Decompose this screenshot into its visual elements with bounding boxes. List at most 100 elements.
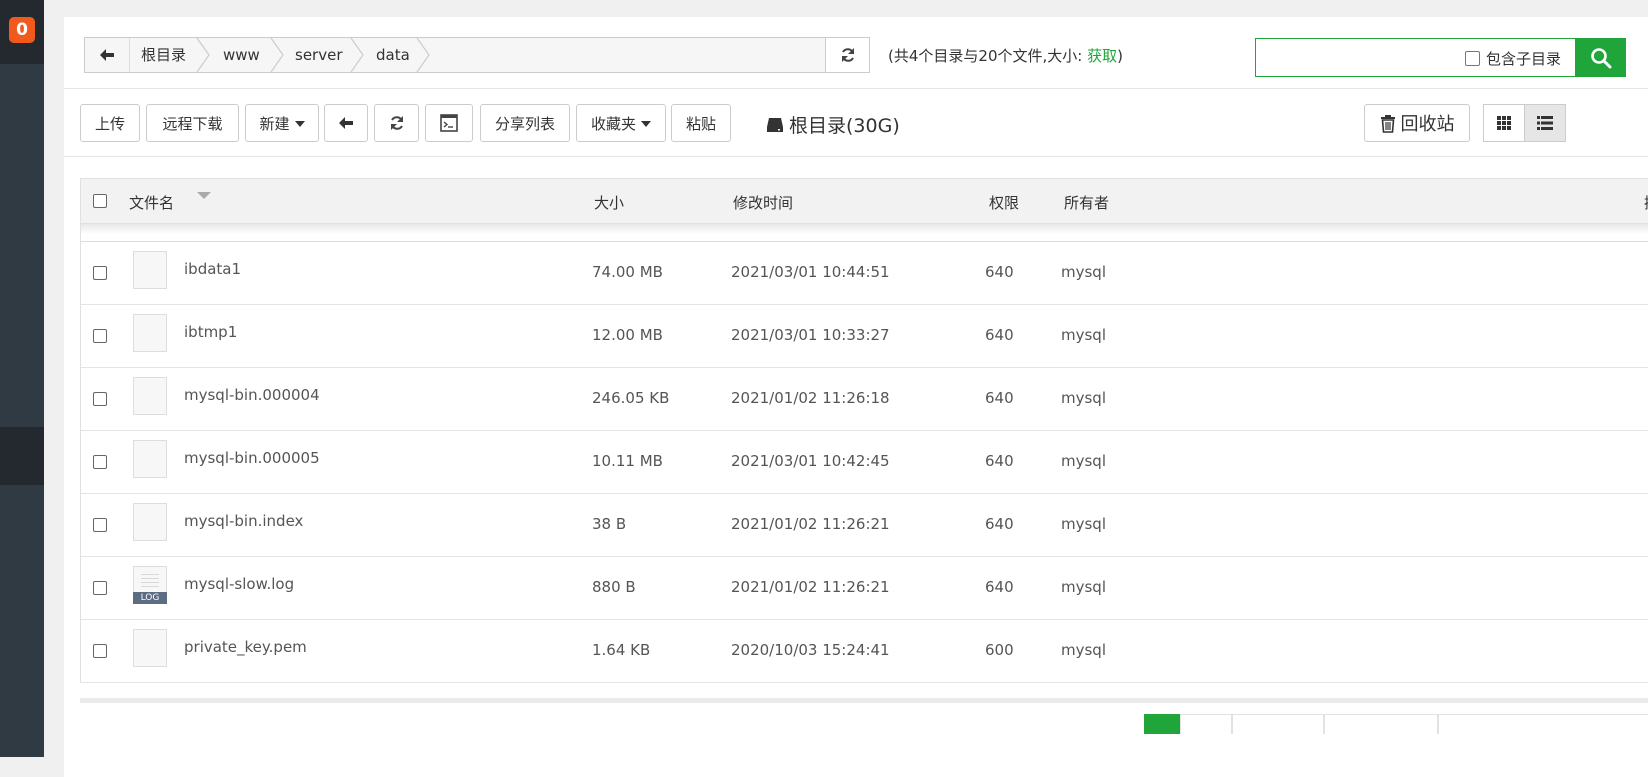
search-button[interactable]	[1575, 38, 1626, 77]
include-subdirectory-checkbox[interactable]	[1464, 51, 1480, 66]
path-refresh-button[interactable]	[825, 38, 869, 72]
table-row[interactable]: mysql-bin.000004 246.05 KB 2021/01/02 11:2…	[80, 368, 1648, 431]
file-name[interactable]: mysql-bin.index	[184, 512, 303, 530]
breadcrumb-server[interactable]: server	[295, 38, 342, 72]
share-list-button[interactable]: 分享列表	[480, 104, 570, 142]
breadcrumb-separator	[416, 38, 430, 72]
scroll-shadow	[80, 224, 1648, 242]
table-row[interactable]: ibtmp1 12.00 MB 2021/03/01 10:33:27 640 mysq…	[80, 305, 1648, 368]
file-permission[interactable]: 640	[985, 452, 1014, 470]
file-name[interactable]: mysql-bin.000004	[184, 386, 320, 404]
arrow-left-icon	[100, 49, 114, 61]
column-header-permission[interactable]: 权限	[989, 192, 1019, 213]
file-icon	[133, 629, 167, 667]
row-checkbox[interactable]	[93, 455, 107, 469]
remote-download-button[interactable]: 远程下载	[146, 104, 239, 142]
file-owner[interactable]: mysql	[1061, 578, 1106, 596]
file-icon	[133, 251, 167, 289]
file-size: 1.64 KB	[592, 641, 651, 659]
paste-button[interactable]: 粘贴	[671, 104, 731, 142]
new-dropdown-button[interactable]: 新建	[245, 104, 319, 142]
file-name[interactable]: ibtmp1	[184, 323, 237, 341]
search-input[interactable]	[1262, 45, 1456, 72]
file-permission[interactable]: 600	[985, 641, 1014, 659]
file-permission[interactable]: 640	[985, 578, 1014, 596]
file-name[interactable]: ibdata1	[184, 260, 241, 278]
caret-down-icon	[641, 121, 651, 127]
file-permission[interactable]: 640	[985, 326, 1014, 344]
file-mtime: 2021/01/02 11:26:21	[731, 515, 890, 533]
file-size: 10.11 MB	[592, 452, 663, 470]
column-header-mtime[interactable]: 修改时间	[733, 192, 793, 213]
toolbar-back-button[interactable]	[324, 104, 368, 142]
caret-down-icon	[294, 121, 305, 127]
breadcrumb-www[interactable]: www	[223, 38, 260, 72]
file-name[interactable]: mysql-bin.000005	[184, 449, 320, 467]
upload-button[interactable]: 上传	[80, 104, 140, 142]
file-owner[interactable]: mysql	[1061, 515, 1106, 533]
list-view-button[interactable]	[1524, 104, 1566, 142]
column-header-owner[interactable]: 所有者	[1064, 192, 1109, 213]
file-name[interactable]: private_key.pem	[184, 638, 307, 656]
sort-caret-icon[interactable]	[197, 192, 211, 199]
disk-indicator[interactable]: 根目录(30G)	[766, 111, 900, 138]
list-icon	[1537, 116, 1553, 130]
breadcrumb-separator	[196, 38, 210, 72]
toolbar-refresh-button[interactable]	[374, 104, 419, 142]
file-mtime: 2021/01/02 11:26:21	[731, 578, 890, 596]
file-owner[interactable]: mysql	[1061, 326, 1106, 344]
breadcrumb-separator	[350, 38, 364, 72]
column-header-size[interactable]: 大小	[594, 192, 624, 213]
page-button[interactable]	[1324, 714, 1438, 734]
favorites-dropdown-button[interactable]: 收藏夹	[576, 104, 666, 142]
search-box: 包含子目录	[1255, 38, 1626, 77]
row-checkbox[interactable]	[93, 518, 107, 532]
file-permission[interactable]: 640	[985, 263, 1014, 281]
directory-summary: (共4个目录与20个文件,大小: 获取)	[888, 47, 1123, 65]
include-subdirectory-option[interactable]: 包含子目录	[1464, 48, 1561, 69]
file-mtime: 2021/01/02 11:26:18	[731, 389, 890, 407]
row-checkbox[interactable]	[93, 581, 107, 595]
table-row[interactable]: LOG mysql-slow.log 880 B 2021/01/02 11:26:2…	[80, 557, 1648, 620]
row-checkbox[interactable]	[93, 392, 107, 406]
table-bottom-border	[80, 698, 1648, 703]
file-owner[interactable]: mysql	[1061, 452, 1106, 470]
file-icon	[133, 440, 167, 478]
file-name[interactable]: mysql-slow.log	[184, 575, 294, 593]
hard-drive-icon	[767, 117, 783, 132]
page-button-current[interactable]	[1144, 714, 1180, 734]
row-checkbox[interactable]	[93, 329, 107, 343]
file-owner[interactable]: mysql	[1061, 263, 1106, 281]
refresh-icon	[390, 116, 403, 130]
file-manager-panel: 根目录 www server data (共4个目录与20个文件,大小: 获取)…	[64, 17, 1648, 777]
column-header-name[interactable]: 文件名	[129, 192, 174, 213]
row-checkbox[interactable]	[93, 266, 107, 280]
row-checkbox[interactable]	[93, 644, 107, 658]
sidebar: 0	[0, 0, 44, 757]
table-row[interactable]: ibdata1 74.00 MB 2021/03/01 10:44:51 640 mys…	[80, 242, 1648, 305]
file-permission[interactable]: 640	[985, 389, 1014, 407]
breadcrumb-data[interactable]: data	[376, 38, 410, 72]
trash-icon	[1380, 114, 1395, 133]
page-button[interactable]	[1232, 714, 1324, 734]
table-row[interactable]: mysql-bin.index 38 B 2021/01/02 11:26:21 64…	[80, 494, 1648, 557]
file-mtime: 2020/10/03 15:24:41	[731, 641, 890, 659]
path-bar: 根目录 www server data	[84, 37, 870, 73]
grid-view-button[interactable]	[1483, 104, 1525, 142]
get-size-link[interactable]: 获取	[1087, 47, 1117, 65]
sidebar-active-item[interactable]	[0, 427, 44, 485]
file-owner[interactable]: mysql	[1061, 641, 1106, 659]
table-row[interactable]: mysql-bin.000005 10.11 MB 2021/03/01 10:42…	[80, 431, 1648, 494]
recycle-bin-button[interactable]: 回收站	[1364, 104, 1470, 142]
notification-badge[interactable]: 0	[9, 17, 35, 43]
file-size: 74.00 MB	[592, 263, 663, 281]
select-all-checkbox[interactable]	[93, 194, 107, 208]
terminal-button[interactable]	[425, 104, 473, 142]
page-button[interactable]	[1180, 714, 1232, 734]
file-owner[interactable]: mysql	[1061, 389, 1106, 407]
file-permission[interactable]: 640	[985, 515, 1014, 533]
breadcrumb-root[interactable]: 根目录	[141, 38, 186, 72]
back-button[interactable]	[85, 38, 130, 72]
divider	[64, 88, 1648, 89]
table-row[interactable]: private_key.pem 1.64 KB 2020/10/03 15:24:4…	[80, 620, 1648, 683]
